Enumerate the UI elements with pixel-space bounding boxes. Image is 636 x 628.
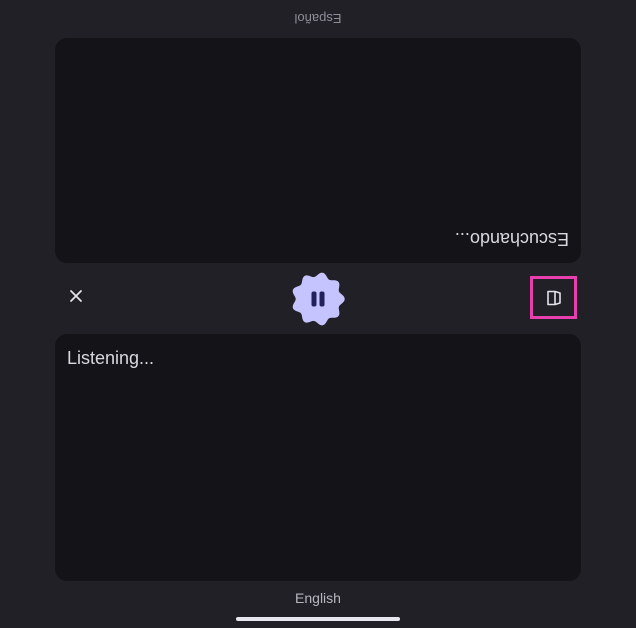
close-button[interactable] <box>63 283 89 309</box>
close-icon <box>70 290 82 302</box>
book-icon <box>546 290 561 305</box>
top-transcript-rotated: Escuchando... <box>55 38 581 263</box>
book-button[interactable] <box>530 276 577 319</box>
top-status-text: Escuchando... <box>454 229 569 249</box>
home-indicator[interactable] <box>236 617 400 621</box>
pause-button[interactable] <box>291 272 345 326</box>
bottom-language-label[interactable]: English <box>0 590 636 610</box>
controls-bar <box>55 272 581 326</box>
bottom-status-text: Listening... <box>67 348 155 368</box>
bottom-transcript-panel: Listening... <box>55 334 581 581</box>
top-language-label[interactable]: Español <box>0 8 636 30</box>
pause-icon <box>292 272 345 326</box>
top-transcript-panel: Escuchando... <box>55 38 581 263</box>
